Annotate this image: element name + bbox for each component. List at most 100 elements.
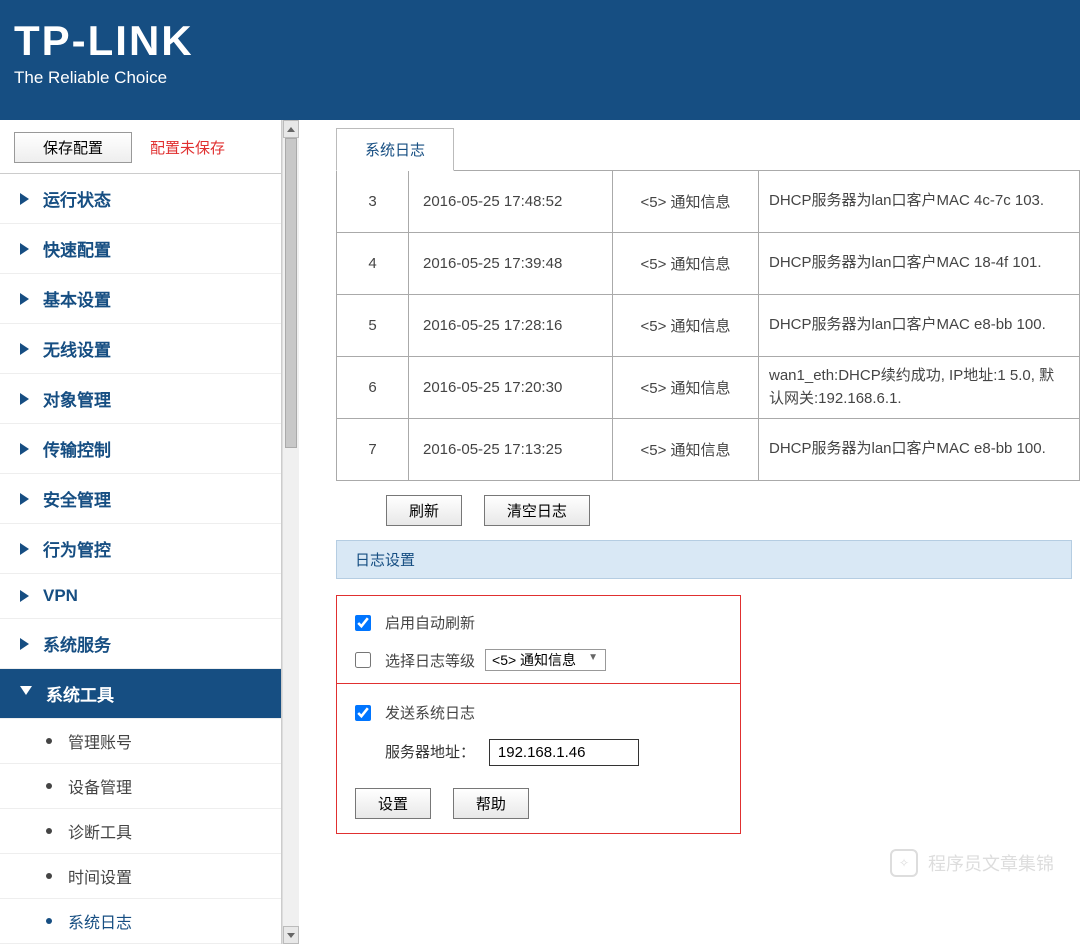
nav-item-basic[interactable]: 基本设置 <box>0 274 281 324</box>
send-syslog-checkbox[interactable] <box>355 705 371 721</box>
sub-label: 时间设置 <box>68 864 132 888</box>
sub-item-diagnose[interactable]: 诊断工具 <box>0 809 281 854</box>
log-message: DHCP服务器为lan口客户MAC 4c-7c 103. <box>759 171 1080 233</box>
nav-item-transmission[interactable]: 传输控制 <box>0 424 281 474</box>
bullet-icon <box>46 738 52 744</box>
watermark-text: 程序员文章集锦 <box>928 850 1054 876</box>
log-level: <5> 通知信息 <box>613 233 759 295</box>
settings-box-2: 发送系统日志 服务器地址： 设置 帮助 <box>336 683 741 834</box>
chevron-right-icon <box>20 393 29 405</box>
bullet-icon <box>46 918 52 924</box>
bullet-icon <box>46 783 52 789</box>
sidebar: 保存配置 配置未保存 运行状态 快速配置 基本设置 无线设置 对象管理 传输控制… <box>0 120 282 944</box>
sub-item-time[interactable]: 时间设置 <box>0 854 281 899</box>
log-timestamp: 2016-05-25 17:39:48 <box>409 233 613 295</box>
table-row: 32016-05-25 17:48:52<5> 通知信息DHCP服务器为lan口… <box>337 171 1080 233</box>
logo: TP-LINK The Reliable Choice <box>14 20 1066 88</box>
nav-label: 快速配置 <box>43 236 111 261</box>
tab-syslog[interactable]: 系统日志 <box>336 128 454 171</box>
auto-refresh-checkbox[interactable] <box>355 615 371 631</box>
bullet-icon <box>46 828 52 834</box>
nav-item-quick-setup[interactable]: 快速配置 <box>0 224 281 274</box>
log-timestamp: 2016-05-25 17:13:25 <box>409 419 613 481</box>
log-level: <5> 通知信息 <box>613 295 759 357</box>
nav-item-security[interactable]: 安全管理 <box>0 474 281 524</box>
sidebar-scrollbar[interactable] <box>282 120 300 944</box>
log-table: 32016-05-25 17:48:52<5> 通知信息DHCP服务器为lan口… <box>336 170 1080 481</box>
nav-item-status[interactable]: 运行状态 <box>0 174 281 224</box>
level-select[interactable]: <5> 通知信息 <box>485 649 606 671</box>
chevron-right-icon <box>20 443 29 455</box>
log-timestamp: 2016-05-25 17:20:30 <box>409 357 613 419</box>
log-message: wan1_eth:DHCP续约成功, IP地址:1 5.0, 默认网关:192.… <box>759 357 1080 419</box>
sub-label: 系统日志 <box>68 909 132 933</box>
log-index: 7 <box>337 419 409 481</box>
select-level-checkbox[interactable] <box>355 652 371 668</box>
chevron-right-icon <box>20 293 29 305</box>
config-status: 配置未保存 <box>150 137 225 158</box>
log-message: DHCP服务器为lan口客户MAC 18-4f 101. <box>759 233 1080 295</box>
chevron-right-icon <box>20 193 29 205</box>
nav-item-behavior[interactable]: 行为管控 <box>0 524 281 574</box>
bullet-icon <box>46 873 52 879</box>
nav-item-wireless[interactable]: 无线设置 <box>0 324 281 374</box>
clear-log-button[interactable]: 清空日志 <box>484 495 590 526</box>
sub-label: 诊断工具 <box>68 819 132 843</box>
app-header: TP-LINK The Reliable Choice <box>0 0 1080 120</box>
refresh-button[interactable]: 刷新 <box>386 495 462 526</box>
nav-label: 基本设置 <box>43 286 111 311</box>
sub-item-syslog[interactable]: 系统日志 <box>0 899 281 944</box>
chevron-right-icon <box>20 493 29 505</box>
help-button[interactable]: 帮助 <box>453 788 529 819</box>
sub-item-account[interactable]: 管理账号 <box>0 719 281 764</box>
log-level: <5> 通知信息 <box>613 419 759 481</box>
nav-item-services[interactable]: 系统服务 <box>0 619 281 669</box>
sub-label: 设备管理 <box>68 774 132 798</box>
log-index: 3 <box>337 171 409 233</box>
chevron-right-icon <box>20 543 29 555</box>
nav-label: 无线设置 <box>43 336 111 361</box>
scroll-down-button[interactable] <box>283 926 299 944</box>
log-timestamp: 2016-05-25 17:28:16 <box>409 295 613 357</box>
action-buttons: 刷新 清空日志 <box>386 495 1080 526</box>
nav-label: VPN <box>43 586 78 606</box>
sub-label: 管理账号 <box>68 729 132 753</box>
auto-refresh-label: 启用自动刷新 <box>385 612 475 633</box>
save-config-button[interactable]: 保存配置 <box>14 132 132 163</box>
send-syslog-label: 发送系统日志 <box>385 702 475 723</box>
nav-item-vpn[interactable]: VPN <box>0 574 281 619</box>
nav-item-system-tools[interactable]: 系统工具 <box>0 669 281 719</box>
server-addr-input[interactable] <box>489 739 639 766</box>
nav-label: 系统工具 <box>46 681 114 706</box>
logo-tagline: The Reliable Choice <box>14 68 1066 88</box>
nav-item-object[interactable]: 对象管理 <box>0 374 281 424</box>
level-select-wrap: <5> 通知信息 <box>485 649 606 671</box>
nav-label: 对象管理 <box>43 386 111 411</box>
triangle-down-icon <box>287 933 295 938</box>
settings-header: 日志设置 <box>336 540 1072 579</box>
server-addr-label: 服务器地址： <box>385 741 485 762</box>
log-index: 5 <box>337 295 409 357</box>
sub-item-device[interactable]: 设备管理 <box>0 764 281 809</box>
chevron-right-icon <box>20 343 29 355</box>
log-message: DHCP服务器为lan口客户MAC e8-bb 100. <box>759 295 1080 357</box>
table-row: 42016-05-25 17:39:48<5> 通知信息DHCP服务器为lan口… <box>337 233 1080 295</box>
nav-label: 传输控制 <box>43 436 111 461</box>
set-button[interactable]: 设置 <box>355 788 431 819</box>
log-index: 6 <box>337 357 409 419</box>
chevron-right-icon <box>20 590 29 602</box>
chevron-right-icon <box>20 638 29 650</box>
nav-label: 安全管理 <box>43 486 111 511</box>
nav-label: 系统服务 <box>43 631 111 656</box>
tab-row: 系统日志 <box>336 128 1080 171</box>
watermark: ✧ 程序员文章集锦 <box>890 849 1054 877</box>
table-row: 52016-05-25 17:28:16<5> 通知信息DHCP服务器为lan口… <box>337 295 1080 357</box>
settings-box-1: 启用自动刷新 选择日志等级 <5> 通知信息 <box>336 595 741 684</box>
scroll-up-button[interactable] <box>283 120 299 138</box>
table-row: 62016-05-25 17:20:30<5> 通知信息wan1_eth:DHC… <box>337 357 1080 419</box>
table-row: 72016-05-25 17:13:25<5> 通知信息DHCP服务器为lan口… <box>337 419 1080 481</box>
scroll-thumb[interactable] <box>285 138 297 448</box>
chevron-down-icon <box>20 686 32 701</box>
triangle-up-icon <box>287 127 295 132</box>
log-level: <5> 通知信息 <box>613 357 759 419</box>
